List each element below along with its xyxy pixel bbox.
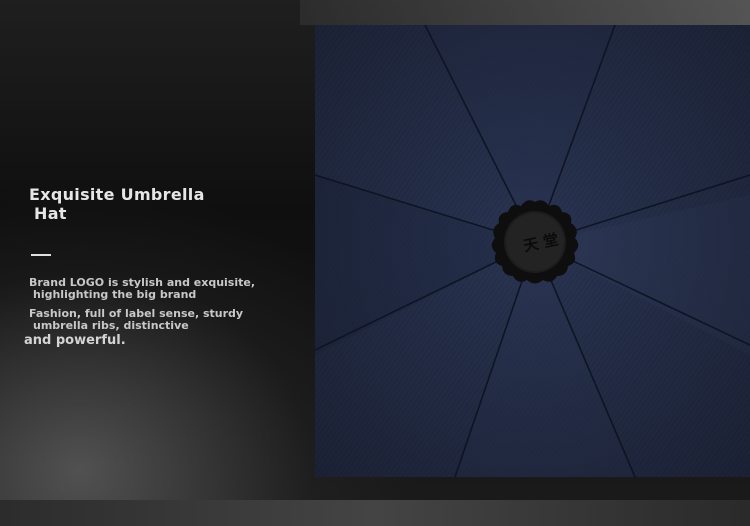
feature-text-block: Exquisite Umbrella Hat Brand LOGO is sty… bbox=[0, 0, 300, 500]
title-divider bbox=[31, 254, 51, 256]
description-p1-line2: highlighting the big brand bbox=[33, 288, 197, 301]
description-p2-line2: umbrella ribs, distinctive bbox=[33, 319, 189, 332]
feature-title-line2: Hat bbox=[34, 204, 67, 223]
feature-title-line1: Exquisite Umbrella bbox=[29, 185, 205, 204]
bottom-accent-bar bbox=[0, 500, 750, 526]
umbrella-top-cap-logo-icon: 天 堂 bbox=[491, 200, 579, 284]
umbrella-photo: 天 堂 bbox=[315, 25, 750, 477]
feature-title: Exquisite Umbrella Hat bbox=[29, 185, 269, 223]
description-paragraph-2: Fashion, full of label sense, sturdy umb… bbox=[29, 308, 243, 332]
description-paragraph-1: Brand LOGO is stylish and exquisite, hig… bbox=[29, 277, 255, 301]
umbrella-canopy: 天 堂 bbox=[315, 25, 750, 477]
description-paragraph-3: and powerful. bbox=[24, 333, 126, 348]
top-accent-bar bbox=[300, 0, 750, 25]
